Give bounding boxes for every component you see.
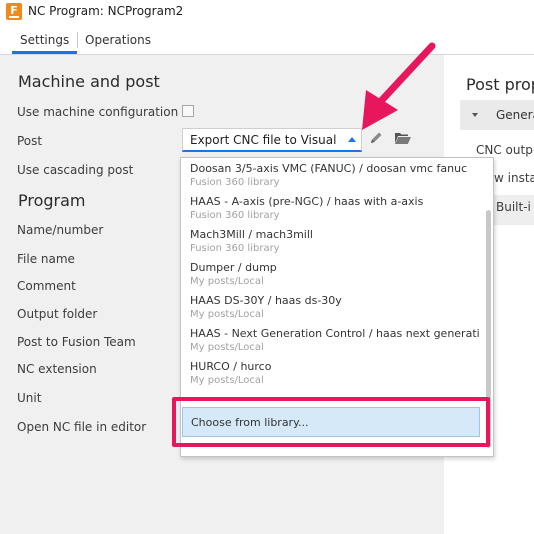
caret-up-icon	[348, 137, 356, 142]
dropdown-item[interactable]: Mach3Mill / mach3mill Fusion 360 library	[190, 228, 480, 254]
nc-extension-label: NC extension	[17, 362, 97, 376]
open-nc-file-in-editor-label: Open NC file in editor	[17, 420, 147, 434]
built-in-label: Built-i	[496, 200, 531, 214]
section-title-machine-post: Machine and post	[18, 72, 160, 91]
use-cascading-post-label: Use cascading post	[17, 163, 134, 177]
tab-bar: Settings Operations	[0, 24, 534, 55]
section-title-program: Program	[18, 191, 86, 210]
title-bar: F NC Program: NCProgram2	[0, 0, 534, 24]
post-select-value: Export CNC file to Visual S	[190, 133, 340, 147]
dropdown-item-name: HAAS DS-30Y / haas ds-30y	[190, 294, 342, 307]
dropdown-item[interactable]: Dumper / dump My posts/Local	[190, 261, 480, 287]
new-install-label: w insta	[494, 171, 534, 185]
general-group-header[interactable]: Genera	[460, 100, 534, 130]
post-to-fusion-team-label: Post to Fusion Team	[17, 335, 136, 349]
dropdown-item-name: Mach3Mill / mach3mill	[190, 228, 313, 241]
post-label: Post	[17, 134, 43, 148]
dropdown-item-name: HURCO / hurco	[190, 360, 272, 373]
file-name-label: File name	[17, 252, 75, 266]
use-machine-config-label: Use machine configuration	[17, 105, 179, 119]
cnc-output-label: CNC outpu	[476, 143, 534, 157]
dropdown-item-name: HAAS - Next Generation Control / haas ne…	[190, 327, 480, 340]
dropdown-item-source: My posts/Local	[190, 309, 264, 320]
window-title: NC Program: NCProgram2	[28, 4, 184, 18]
dropdown-item-source: Fusion 360 library	[190, 243, 280, 254]
dropdown-item[interactable]: HAAS - A-axis (pre-NGC) / haas with a-ax…	[190, 195, 480, 221]
annotation-highlight-box	[172, 397, 490, 447]
general-group-label: Genera	[496, 108, 534, 122]
dropdown-item-source: Fusion 360 library	[190, 210, 280, 221]
post-select[interactable]: Export CNC file to Visual S	[182, 128, 362, 152]
output-folder-label: Output folder	[17, 307, 98, 321]
dropdown-item-source: Fusion 360 library	[190, 177, 280, 188]
dropdown-item[interactable]: HURCO / hurco My posts/Local	[190, 360, 480, 386]
tab-operations[interactable]: Operations	[85, 33, 151, 47]
dropdown-item[interactable]: HAAS DS-30Y / haas ds-30y My posts/Local	[190, 294, 480, 320]
tab-settings[interactable]: Settings	[11, 33, 78, 54]
dropdown-item-source: My posts/Local	[190, 375, 264, 386]
unit-label: Unit	[17, 391, 42, 405]
dropdown-item[interactable]: Doosan 3/5-axis VMC (FANUC) / doosan vmc…	[190, 162, 480, 188]
name-number-label: Name/number	[17, 223, 104, 237]
dropdown-item-source: My posts/Local	[190, 276, 264, 287]
use-machine-config-checkbox[interactable]	[182, 105, 194, 117]
dropdown-item[interactable]: HAAS - Next Generation Control / haas ne…	[190, 327, 480, 353]
fusion-app-icon: F	[6, 3, 22, 20]
expand-triangle-icon	[472, 113, 478, 117]
dropdown-item-name: Dumper / dump	[190, 261, 277, 274]
dropdown-item-name: Doosan 3/5-axis VMC (FANUC) / doosan vmc…	[190, 162, 468, 175]
tab-divider	[77, 32, 78, 48]
comment-label: Comment	[17, 279, 76, 293]
dropdown-item-source: My posts/Local	[190, 342, 264, 353]
annotation-arrow-icon	[362, 42, 436, 130]
post-properties-title: Post prop	[466, 75, 534, 94]
dropdown-item-name: HAAS - A-axis (pre-NGC) / haas with a-ax…	[190, 195, 424, 208]
